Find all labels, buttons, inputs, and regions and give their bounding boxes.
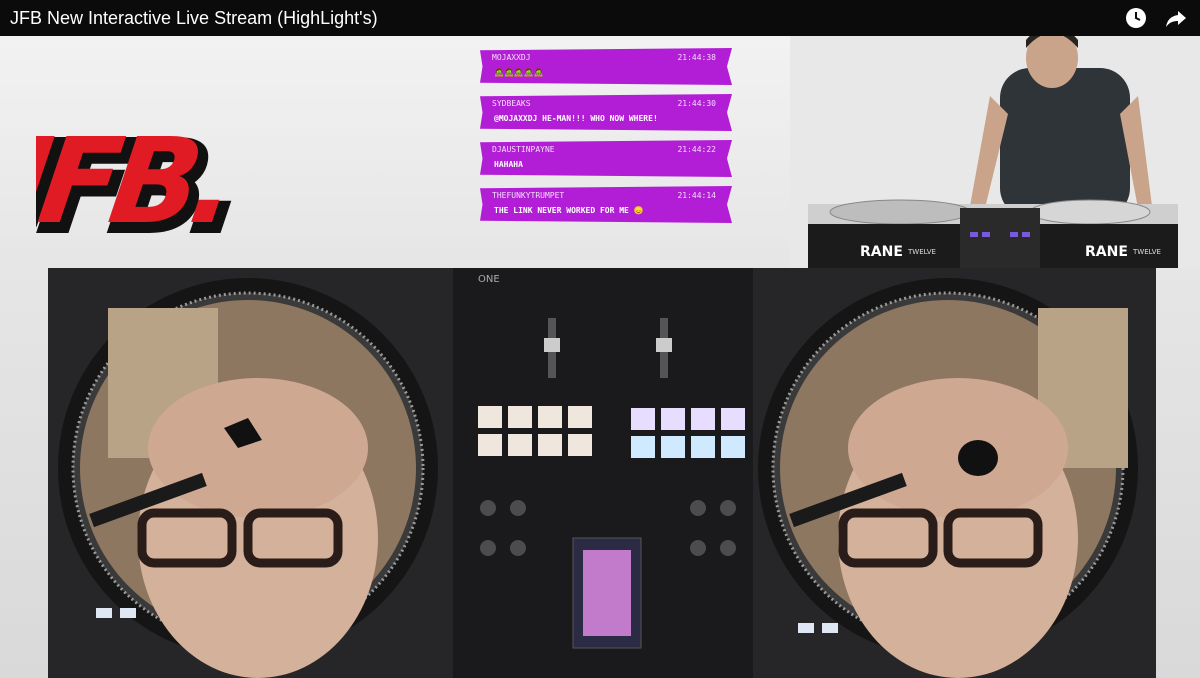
chat-message: thefunkytrumpet 21:44:14 the link never …	[480, 186, 732, 223]
video-player[interactable]: JFB. JFB. mojaxxdj 21:44:38 🧟🧟🧟🧟🧟 sydbea…	[0, 36, 1200, 678]
chat-overlay: mojaxxdj 21:44:38 🧟🧟🧟🧟🧟 sydbeaks 21:44:3…	[480, 48, 732, 232]
share-arrow-icon[interactable]	[1164, 6, 1188, 30]
controller-model-label: ONE	[478, 274, 500, 285]
deck-model-left: TWELVE	[907, 248, 936, 256]
video-title-bar: JFB New Interactive Live Stream (HighLig…	[0, 0, 1200, 36]
chat-username: sydbeaks	[492, 99, 531, 108]
chat-timestamp: 21:44:14	[677, 191, 716, 200]
rane-logo-left: RANE	[860, 244, 903, 260]
deck-model-right: TWELVE	[1132, 248, 1161, 256]
chat-text: hahaha	[494, 160, 523, 169]
dj-camera-feed: RANE RANE TWELVE TWELVE	[790, 36, 1200, 268]
chat-text: @mojaxxdj HE-MAN!!! who now where!	[494, 114, 658, 123]
svg-text:JFB.: JFB.	[36, 113, 236, 250]
rane-logo-right: RANE	[1085, 244, 1128, 260]
video-title: JFB New Interactive Live Stream (HighLig…	[10, 7, 378, 28]
chat-text: 🧟🧟🧟🧟🧟	[494, 68, 544, 77]
chat-username: thefunkytrumpet	[492, 191, 565, 200]
chat-message: mojaxxdj 21:44:38 🧟🧟🧟🧟🧟	[480, 48, 732, 85]
chat-text: the link never worked for me 😞	[494, 206, 644, 215]
chat-username: mojaxxdj	[492, 53, 531, 62]
chat-timestamp: 21:44:22	[677, 145, 716, 154]
clock-icon[interactable]	[1124, 6, 1148, 30]
jfb-logo: JFB. JFB.	[36, 113, 246, 261]
chat-message: sydbeaks 21:44:30 @mojaxxdj HE-MAN!!! wh…	[480, 94, 732, 131]
controller-camera-feed: ONE	[48, 268, 1156, 678]
chat-timestamp: 21:44:30	[677, 99, 716, 108]
chat-message: djaustinpayne 21:44:22 hahaha	[480, 140, 732, 177]
chat-timestamp: 21:44:38	[677, 53, 716, 62]
chat-username: djaustinpayne	[492, 145, 555, 154]
